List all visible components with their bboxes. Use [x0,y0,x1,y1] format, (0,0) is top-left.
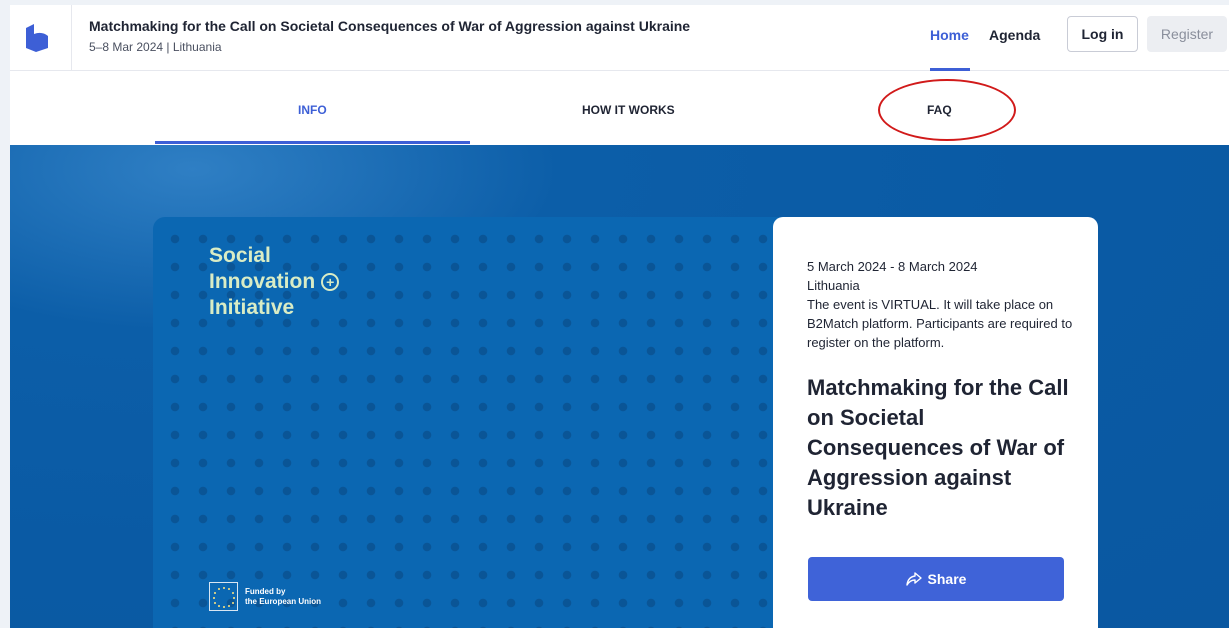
nav-home-link[interactable]: Home [930,27,969,43]
visual-title-line-3: Initiative [209,296,295,319]
eu-funding-line-1: Funded by [245,586,286,596]
nav-agenda-link[interactable]: Agenda [989,27,1040,43]
hero-banner: Social Innovation + Initiative Funded by… [10,145,1229,628]
event-visual: Social Innovation + Initiative Funded by… [153,217,783,628]
eu-funding-badge: Funded by the European Union [209,582,321,611]
visual-title-line-1: Social [209,244,271,267]
top-header: Matchmaking for the Call on Societal Con… [10,5,1229,71]
event-details: 5 March 2024 - 8 March 2024 Lithuania Th… [807,257,1077,352]
eu-funding-line-2: the European Union [245,596,321,606]
visual-title-line-2-text: Innovation [209,270,316,293]
share-button-label: Share [927,571,967,587]
b2match-logo-icon[interactable] [24,24,50,52]
section-tabs: INFO HOW IT WORKS FAQ [10,71,1229,145]
initiative-logo-text: Social Innovation + Initiative [209,243,340,321]
event-dates: 5 March 2024 - 8 March 2024 [807,259,978,274]
tab-info[interactable]: INFO [298,103,327,117]
header-divider [71,5,72,71]
event-info-card: 5 March 2024 - 8 March 2024 Lithuania Th… [773,217,1098,628]
eu-funding-text: Funded by the European Union [245,587,321,607]
login-button[interactable]: Log in [1067,16,1138,52]
plus-circle-icon: + [321,273,340,291]
event-location: Lithuania [807,278,860,293]
visual-title-line-2: Innovation + [209,269,340,295]
page: Matchmaking for the Call on Societal Con… [0,0,1229,628]
share-button[interactable]: Share [808,557,1064,601]
tab-how-it-works[interactable]: HOW IT WORKS [582,103,675,117]
register-button[interactable]: Register [1147,16,1227,52]
event-card-title: Matchmaking for the Call on Societal Con… [807,375,1069,520]
event-description: The event is VIRTUAL. It will take place… [807,297,1073,350]
tab-info-active-indicator [155,141,470,144]
eu-flag-icon [209,582,238,611]
event-subtitle: 5–8 Mar 2024 | Lithuania [89,40,222,54]
event-title: Matchmaking for the Call on Societal Con… [89,18,691,34]
faq-annotation-circle [878,79,1016,141]
share-arrow-icon [905,572,922,586]
